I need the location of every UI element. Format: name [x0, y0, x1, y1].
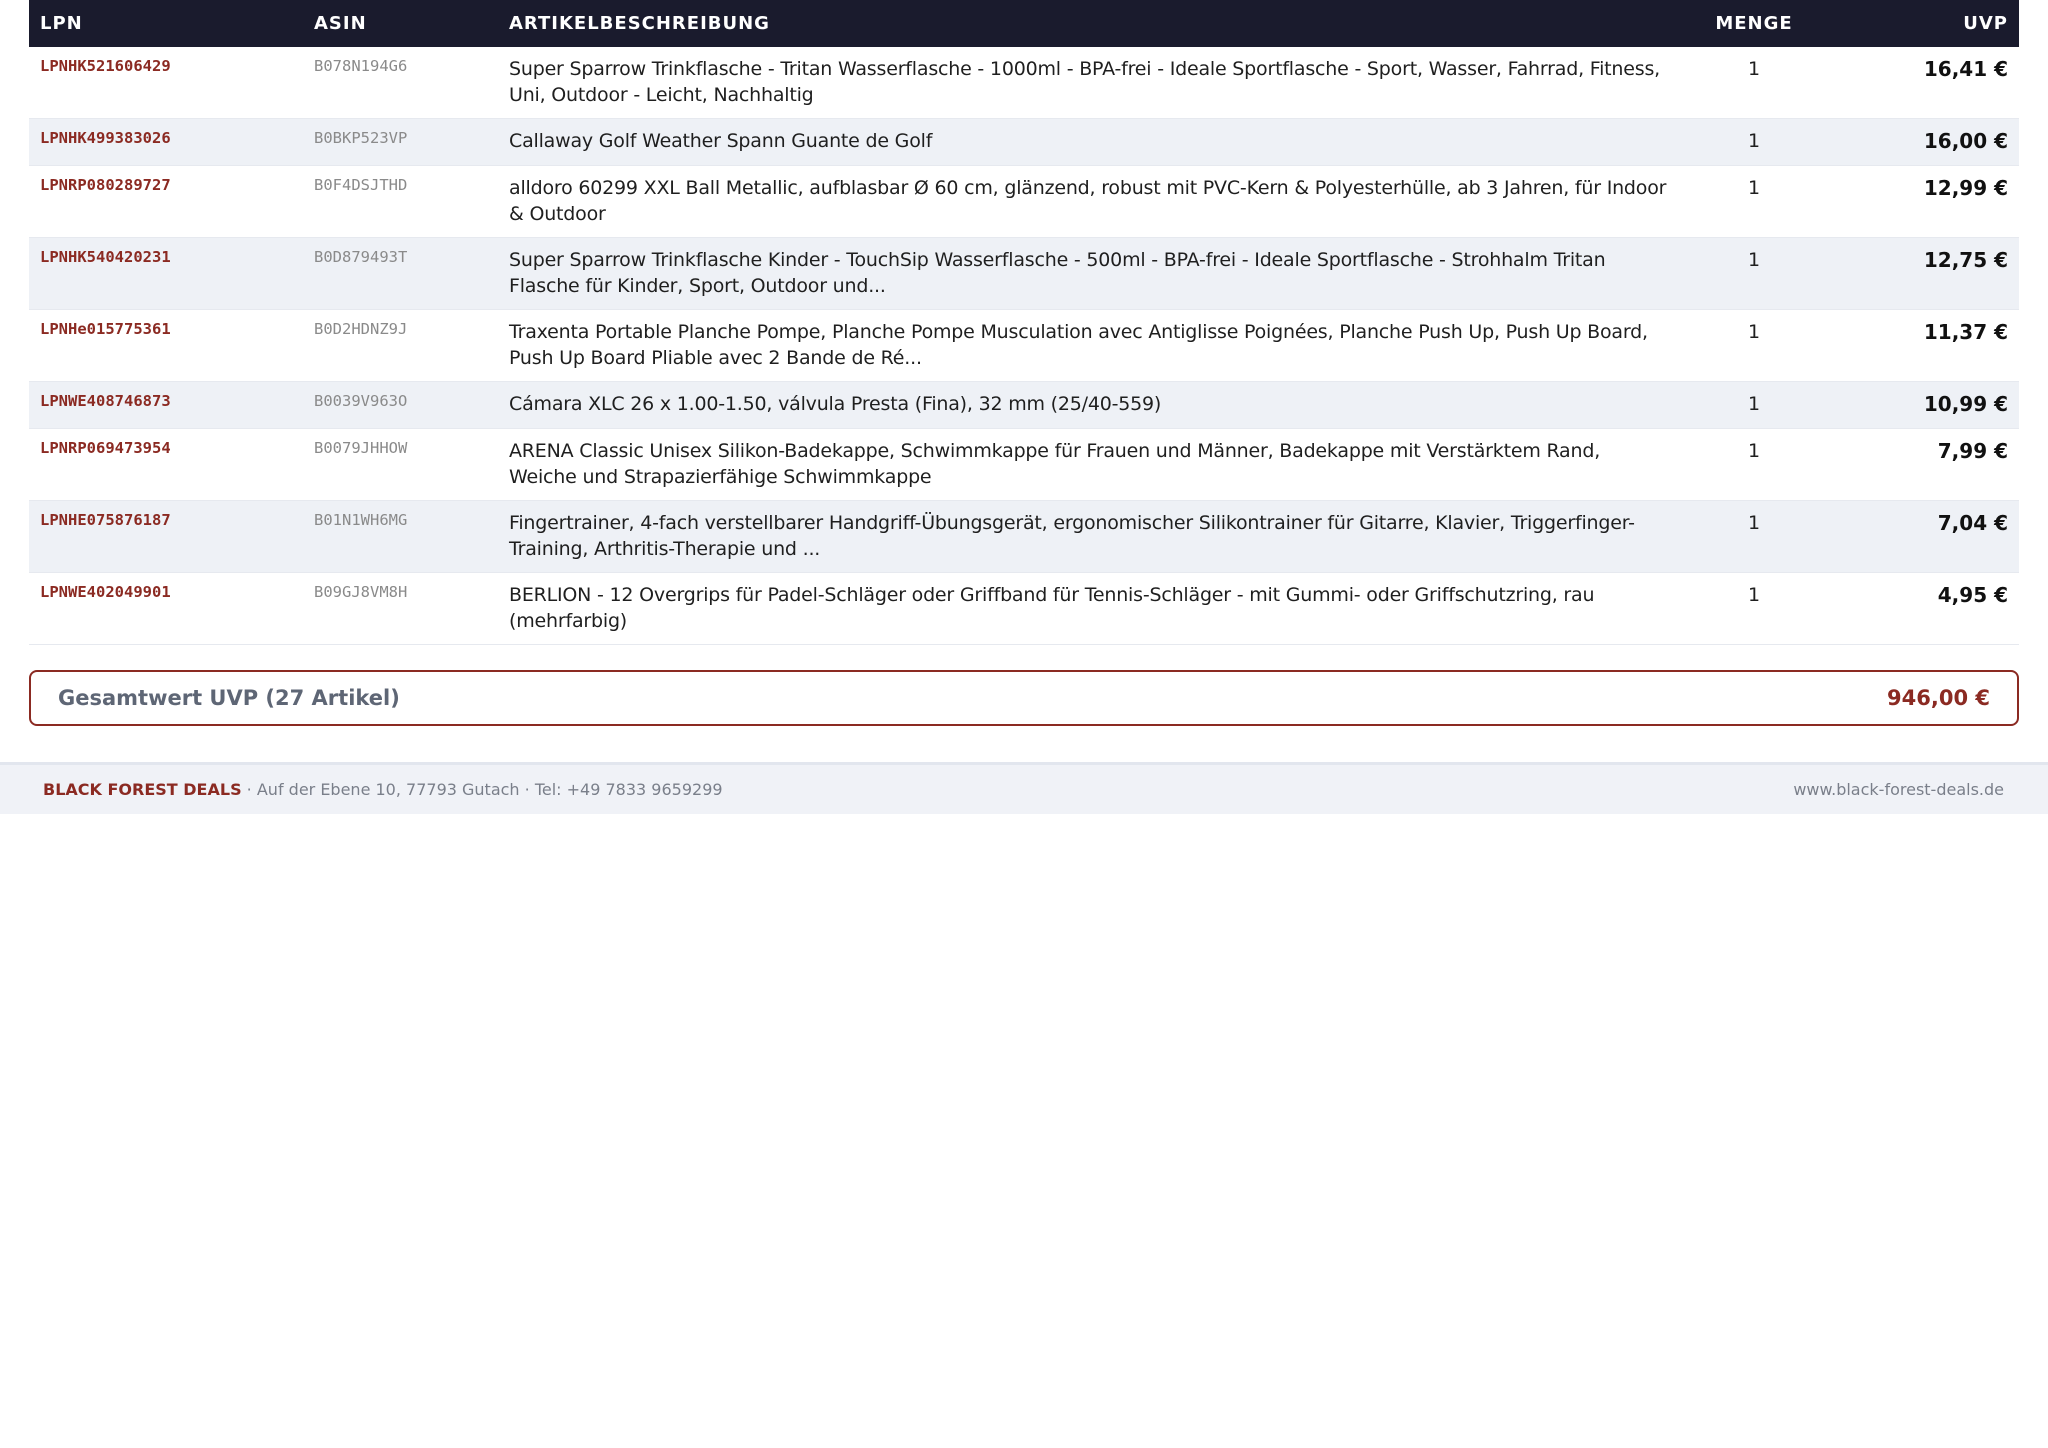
lpn-cell: LPNWE402049901	[40, 583, 171, 601]
quantity-cell: 1	[1747, 440, 1761, 462]
table-row: LPNWE402049901 B09GJ8VM8H BERLION - 12 O…	[29, 572, 2019, 645]
description-cell: Callaway Golf Weather Spann Guante de Go…	[509, 130, 933, 152]
footer-website: www.black-forest-deals.de	[1793, 780, 2004, 799]
asin-cell: B01N1WH6MG	[314, 511, 408, 529]
document-page: LPN ASIN ARTIKELBESCHREIBUNG MENGE UVP L…	[0, 0, 2048, 1448]
uvp-cell: 7,04 €	[1937, 511, 2008, 535]
total-label: Gesamtwert UVP (27 Artikel)	[58, 686, 400, 710]
header-uvp: UVP	[1829, 0, 2019, 47]
quantity-cell: 1	[1747, 321, 1761, 343]
quantity-cell: 1	[1747, 512, 1761, 534]
header-quantity: MENGE	[1679, 0, 1829, 47]
table-row: LPNHK499383026 B0BKP523VP Callaway Golf …	[29, 118, 2019, 166]
items-table: LPN ASIN ARTIKELBESCHREIBUNG MENGE UVP L…	[29, 0, 2019, 645]
description-cell: alldoro 60299 XXL Ball Metallic, aufblas…	[509, 177, 1667, 225]
asin-cell: B078N194G6	[314, 57, 408, 75]
items-table-wrapper: LPN ASIN ARTIKELBESCHREIBUNG MENGE UVP L…	[29, 0, 2019, 645]
asin-cell: B09GJ8VM8H	[314, 583, 408, 601]
uvp-cell: 11,37 €	[1923, 320, 2008, 344]
lpn-cell: LPNRP080289727	[40, 176, 171, 194]
lpn-cell: LPNHK499383026	[40, 129, 171, 147]
uvp-cell: 4,95 €	[1937, 583, 2008, 607]
table-row: LPNRP080289727 B0F4DSJTHD alldoro 60299 …	[29, 165, 2019, 238]
table-row: LPNHe015775361 B0D2HDNZ9J Traxenta Porta…	[29, 309, 2019, 382]
table-row: LPNHE075876187 B01N1WH6MG Fingertrainer,…	[29, 500, 2019, 573]
total-summary-box: Gesamtwert UVP (27 Artikel) 946,00 €	[29, 670, 2019, 726]
header-asin: ASIN	[303, 0, 498, 47]
table-row: LPNHK540420231 B0D879493T Super Sparrow …	[29, 237, 2019, 310]
uvp-cell: 16,00 €	[1923, 129, 2008, 153]
total-value: 946,00 €	[1887, 686, 1990, 710]
lpn-cell: LPNHe015775361	[40, 320, 171, 338]
description-cell: Super Sparrow Trinkflasche - Tritan Wass…	[509, 58, 1661, 106]
quantity-cell: 1	[1747, 249, 1761, 271]
asin-cell: B0079JHHOW	[314, 439, 408, 457]
quantity-cell: 1	[1747, 584, 1761, 606]
table-row: LPNWE408746873 B0039V963O Cámara XLC 26 …	[29, 381, 2019, 429]
description-cell: Fingertrainer, 4-fach verstellbarer Hand…	[509, 512, 1635, 560]
asin-cell: B0F4DSJTHD	[314, 176, 408, 194]
footer-address: · Auf der Ebene 10, 77793 Gutach · Tel: …	[241, 780, 723, 799]
header-lpn: LPN	[29, 0, 303, 47]
description-cell: BERLION - 12 Overgrips für Padel-Schläge…	[509, 584, 1595, 632]
asin-cell: B0039V963O	[314, 392, 408, 410]
quantity-cell: 1	[1747, 393, 1761, 415]
asin-cell: B0BKP523VP	[314, 129, 408, 147]
table-row: LPNRP069473954 B0079JHHOW ARENA Classic …	[29, 428, 2019, 501]
uvp-cell: 12,75 €	[1923, 248, 2008, 272]
quantity-cell: 1	[1747, 58, 1761, 80]
asin-cell: B0D2HDNZ9J	[314, 320, 408, 338]
uvp-cell: 10,99 €	[1923, 392, 2008, 416]
quantity-cell: 1	[1747, 177, 1761, 199]
quantity-cell: 1	[1747, 130, 1761, 152]
page-footer: BLACK FOREST DEALS · Auf der Ebene 10, 7…	[0, 762, 2048, 814]
table-header-row: LPN ASIN ARTIKELBESCHREIBUNG MENGE UVP	[29, 0, 2019, 47]
table-row: LPNHK521606429 B078N194G6 Super Sparrow …	[29, 47, 2019, 119]
description-cell: Traxenta Portable Planche Pompe, Planche…	[509, 321, 1648, 369]
uvp-cell: 16,41 €	[1923, 57, 2008, 81]
lpn-cell: LPNHK540420231	[40, 248, 171, 266]
description-cell: ARENA Classic Unisex Silikon-Badekappe, …	[509, 440, 1601, 488]
footer-brand: BLACK FOREST DEALS	[43, 780, 242, 799]
header-description: ARTIKELBESCHREIBUNG	[498, 0, 1679, 47]
lpn-cell: LPNHE075876187	[40, 511, 171, 529]
lpn-cell: LPNHK521606429	[40, 57, 171, 75]
uvp-cell: 7,99 €	[1937, 439, 2008, 463]
description-cell: Cámara XLC 26 x 1.00-1.50, válvula Prest…	[509, 393, 1162, 415]
uvp-cell: 12,99 €	[1923, 176, 2008, 200]
description-cell: Super Sparrow Trinkflasche Kinder - Touc…	[509, 249, 1606, 297]
footer-company-info: BLACK FOREST DEALS · Auf der Ebene 10, 7…	[0, 780, 723, 799]
lpn-cell: LPNWE408746873	[40, 392, 171, 410]
asin-cell: B0D879493T	[314, 248, 408, 266]
lpn-cell: LPNRP069473954	[40, 439, 171, 457]
